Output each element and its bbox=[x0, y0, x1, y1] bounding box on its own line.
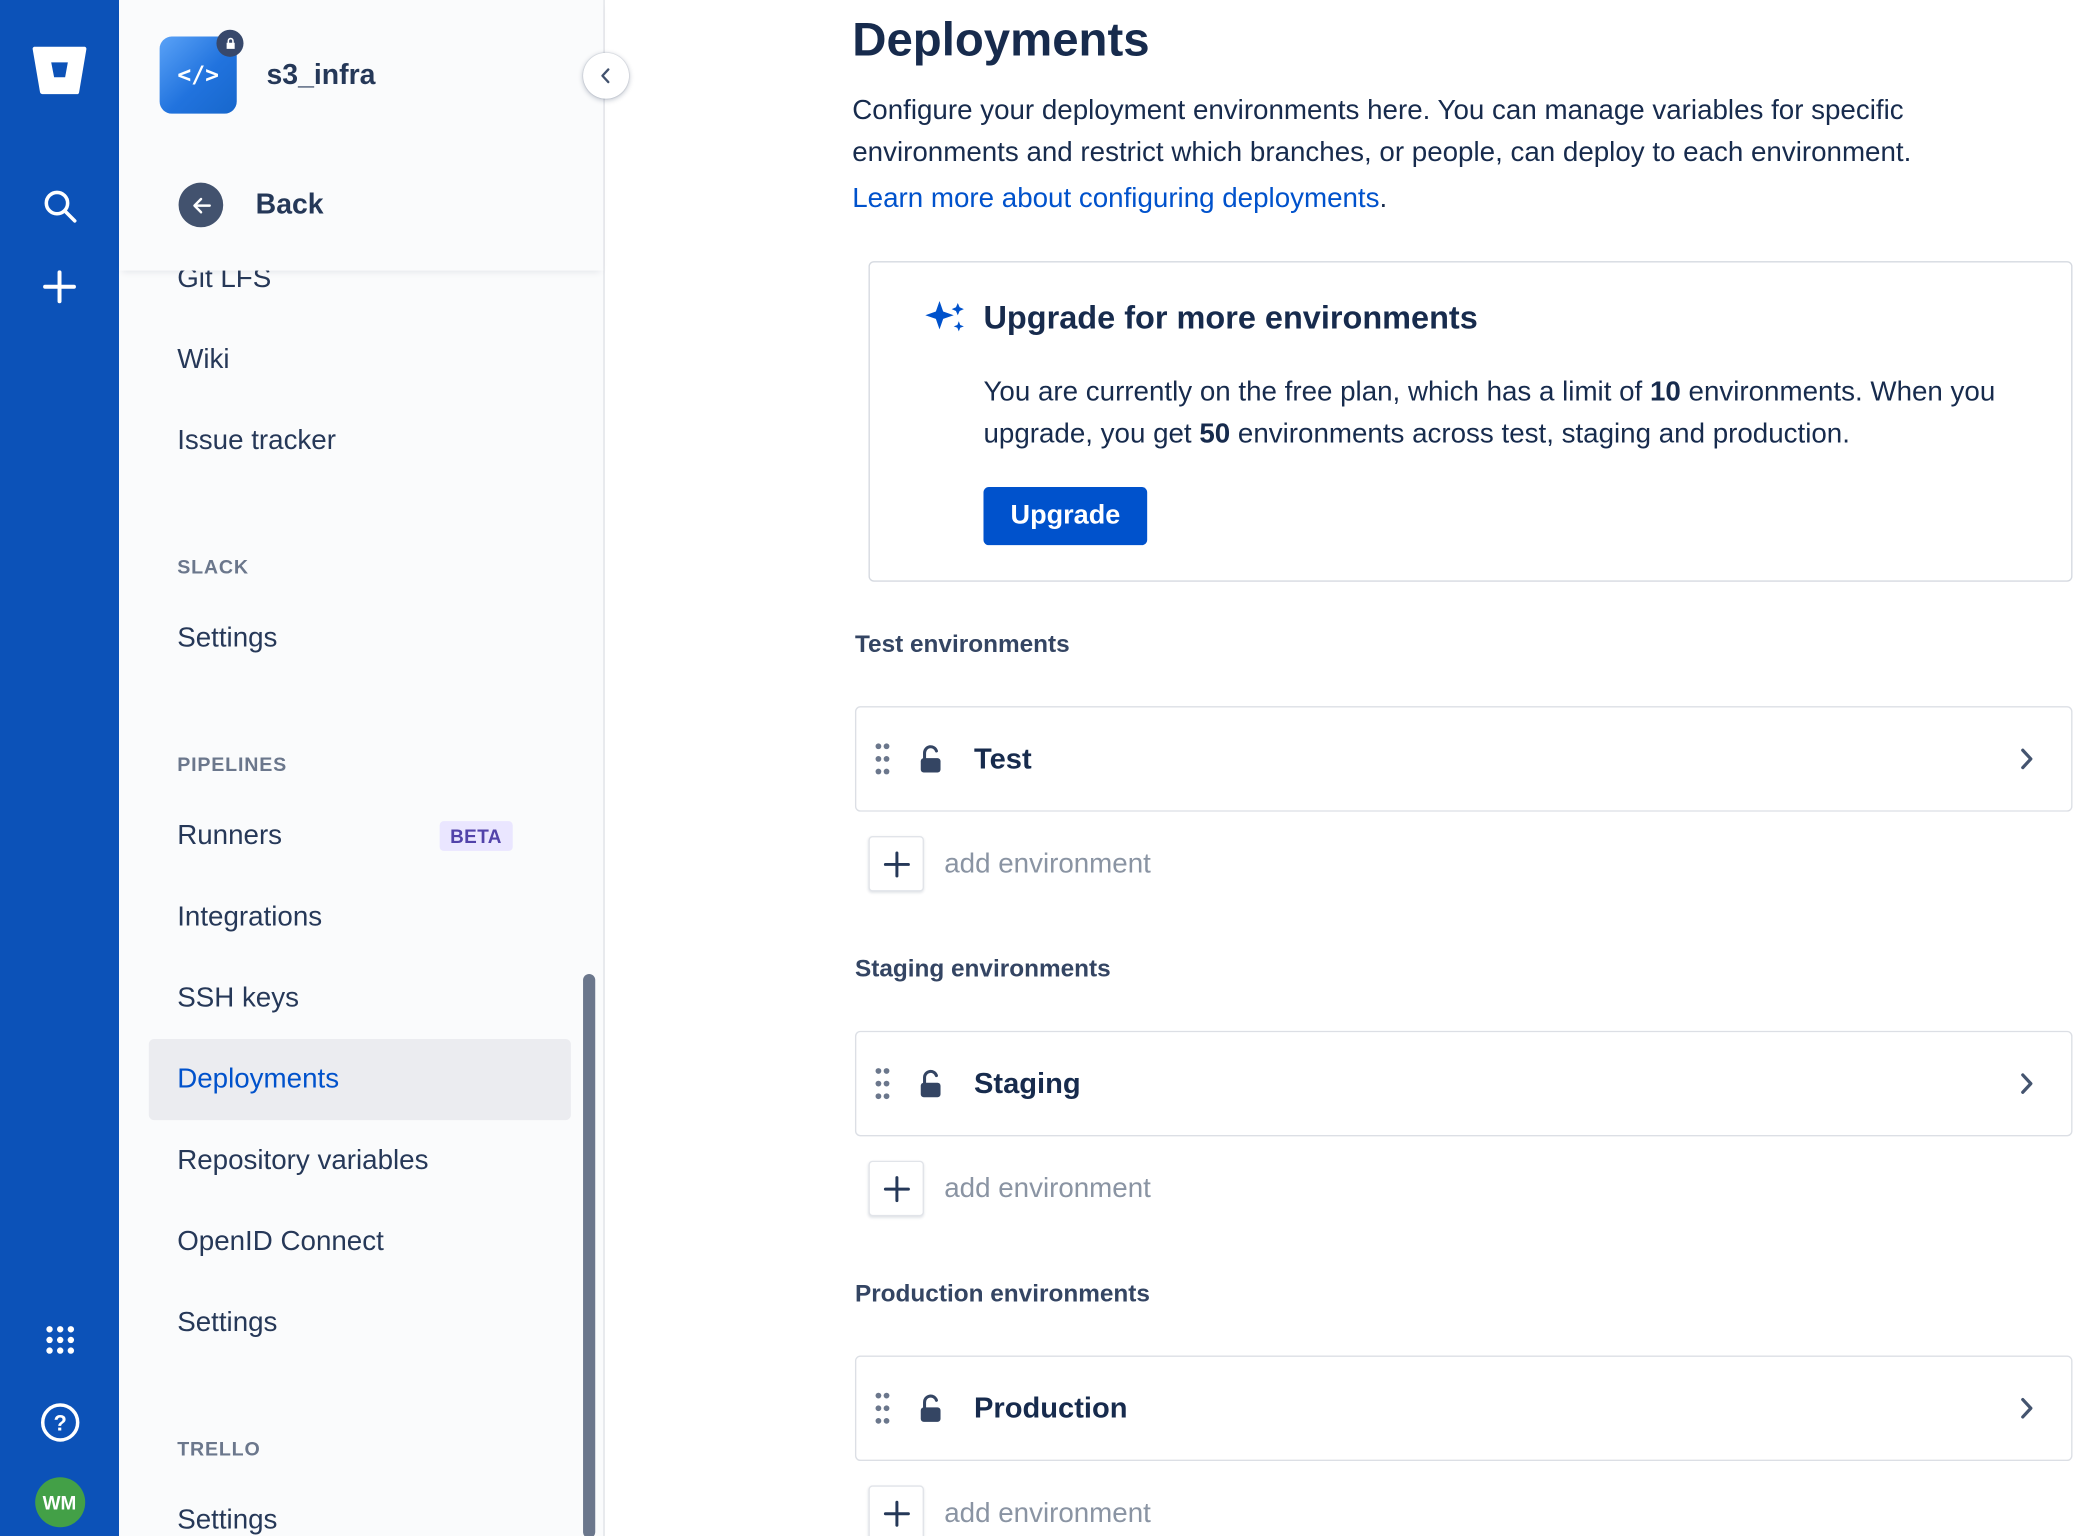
drag-handle-icon[interactable] bbox=[873, 1062, 892, 1105]
user-avatar[interactable]: WM bbox=[34, 1477, 85, 1528]
environment-card-staging[interactable]: Staging bbox=[854, 1030, 2073, 1137]
add-environment-button-test[interactable]: add environment bbox=[868, 836, 1151, 892]
repo-lock-icon bbox=[216, 29, 244, 57]
add-environment-label: add environment bbox=[944, 1496, 1151, 1528]
unlock-icon bbox=[913, 741, 950, 778]
learn-more-line: Learn more about configuring deployments… bbox=[852, 183, 1387, 215]
sparkle-icon bbox=[921, 295, 970, 350]
sidebar-item-settings-trello[interactable]: Settings bbox=[149, 1480, 571, 1536]
sidebar-item-label: Runners bbox=[177, 819, 283, 851]
sidebar-item-runners[interactable]: Runners BETA bbox=[149, 795, 571, 876]
upgrade-card-title: Upgrade for more environments bbox=[983, 300, 1478, 337]
learn-more-link[interactable]: Learn more about configuring deployments bbox=[852, 183, 1379, 214]
sidebar-item-openid-connect[interactable]: OpenID Connect bbox=[149, 1201, 571, 1282]
drag-handle-icon[interactable] bbox=[873, 737, 892, 780]
page-title: Deployments bbox=[852, 13, 1150, 67]
unlock-icon bbox=[913, 1390, 950, 1427]
sidebar-item-git-lfs[interactable]: Git LFS bbox=[149, 271, 571, 320]
add-environment-label: add environment bbox=[944, 847, 1151, 879]
sidebar-scrollbar[interactable] bbox=[583, 974, 596, 1536]
plus-icon bbox=[868, 1160, 924, 1217]
unlock-icon bbox=[913, 1065, 950, 1102]
sidebar-section-slack: SLACK bbox=[177, 557, 249, 579]
collapse-sidebar-button[interactable] bbox=[583, 52, 630, 99]
upgrade-limit-free: 10 bbox=[1649, 376, 1681, 408]
beta-badge: BETA bbox=[439, 821, 513, 851]
section-heading-test: Test environments bbox=[854, 630, 1070, 658]
chevron-left-icon bbox=[601, 68, 610, 84]
learn-more-suffix: . bbox=[1379, 182, 1388, 214]
sidebar-item-deployments[interactable]: Deployments bbox=[148, 1038, 571, 1121]
upgrade-limit-paid: 50 bbox=[1199, 418, 1231, 450]
sidebar-nav: Git LFS Wiki Issue tracker SLACK Setting… bbox=[119, 271, 603, 1536]
repo-sidebar: </> s3_infra Back Git LFS Wiki Issue tra… bbox=[119, 0, 630, 1536]
back-arrow-icon bbox=[178, 182, 224, 228]
sidebar-item-settings-slack[interactable]: Settings bbox=[149, 598, 571, 679]
upgrade-body-text: You are currently on the free plan, whic… bbox=[983, 376, 1650, 408]
section-heading-production: Production environments bbox=[854, 1279, 1150, 1307]
add-environment-button-staging[interactable]: add environment bbox=[868, 1160, 1151, 1217]
sidebar-item-settings-pipelines[interactable]: Settings bbox=[149, 1282, 571, 1363]
help-icon[interactable]: ? bbox=[32, 1395, 86, 1449]
drag-handle-icon[interactable] bbox=[873, 1387, 892, 1430]
upgrade-body-text: environments across test, staging and pr… bbox=[1230, 418, 1850, 450]
environment-card-test[interactable]: Test bbox=[854, 706, 2073, 812]
upgrade-card: Upgrade for more environments You are cu… bbox=[868, 261, 2073, 582]
sidebar-item-repository-variables[interactable]: Repository variables bbox=[149, 1120, 571, 1201]
environment-card-production[interactable]: Production bbox=[854, 1355, 2073, 1462]
chevron-right-icon bbox=[2012, 744, 2042, 774]
sidebar-item-ssh-keys[interactable]: SSH keys bbox=[149, 958, 571, 1039]
environment-name: Production bbox=[974, 1391, 1128, 1424]
upgrade-card-body: You are currently on the free plan, whic… bbox=[983, 371, 2031, 455]
create-icon[interactable] bbox=[32, 260, 86, 314]
bitbucket-logo-icon[interactable] bbox=[32, 41, 87, 101]
sidebar-item-issue-tracker[interactable]: Issue tracker bbox=[149, 400, 571, 481]
section-heading-staging: Staging environments bbox=[854, 955, 1111, 983]
repo-avatar: </> bbox=[159, 29, 244, 114]
add-environment-label: add environment bbox=[944, 1172, 1151, 1204]
add-environment-button-production[interactable]: add environment bbox=[868, 1485, 1151, 1536]
sidebar-header: </> s3_infra Back bbox=[119, 0, 604, 271]
plus-icon bbox=[868, 1485, 924, 1536]
repo-header[interactable]: </> s3_infra bbox=[159, 29, 376, 114]
repo-name: s3_infra bbox=[266, 58, 376, 90]
plus-icon bbox=[868, 836, 924, 892]
environment-name: Test bbox=[974, 742, 1032, 775]
chevron-right-icon bbox=[2012, 1393, 2042, 1423]
code-icon: </> bbox=[177, 61, 219, 89]
back-button[interactable]: Back bbox=[178, 182, 324, 228]
main-content: Deployments Configure your deployment en… bbox=[606, 0, 2090, 1536]
sidebar-section-trello: TRELLO bbox=[177, 1439, 261, 1462]
back-label: Back bbox=[255, 188, 324, 220]
sidebar-item-wiki[interactable]: Wiki bbox=[149, 319, 571, 400]
upgrade-button[interactable]: Upgrade bbox=[983, 487, 1148, 546]
environment-name: Staging bbox=[974, 1066, 1081, 1100]
svg-text:?: ? bbox=[53, 1410, 66, 1435]
chevron-right-icon bbox=[2012, 1069, 2042, 1099]
sidebar-section-pipelines: PIPELINES bbox=[177, 754, 288, 777]
apps-grid-icon[interactable] bbox=[32, 1312, 86, 1366]
search-icon[interactable] bbox=[32, 179, 86, 233]
app-navigation-bar: ? WM bbox=[0, 0, 120, 1536]
bitbucket-app: ? WM </> s3_infra Back Git LFS Wiki Issu… bbox=[0, 0, 2090, 1536]
page-description: Configure your deployment environments h… bbox=[852, 94, 1912, 168]
sidebar-item-integrations[interactable]: Integrations bbox=[149, 877, 571, 958]
